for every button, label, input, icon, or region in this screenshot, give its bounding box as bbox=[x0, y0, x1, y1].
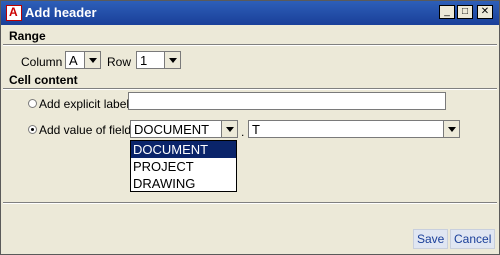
column-value: A bbox=[69, 53, 78, 68]
dropdown-option-document[interactable]: DOCUMENT bbox=[131, 141, 236, 158]
column-select[interactable]: A bbox=[65, 51, 101, 69]
minimize-button[interactable]: _ bbox=[439, 5, 455, 19]
range-divider bbox=[3, 44, 497, 46]
field-value: DOCUMENT bbox=[134, 122, 210, 137]
row-select[interactable]: 1 bbox=[136, 51, 181, 69]
save-button[interactable]: Save bbox=[413, 229, 449, 249]
explicit-label-input[interactable] bbox=[128, 92, 446, 110]
chevron-down-icon[interactable] bbox=[221, 121, 237, 137]
attribute-select[interactable]: T bbox=[248, 120, 460, 138]
title-bar[interactable]: A Add header _ □ ✕ bbox=[1, 1, 499, 25]
cell-content-divider bbox=[3, 88, 497, 90]
footer-divider bbox=[3, 202, 497, 204]
cancel-button[interactable]: Cancel bbox=[450, 229, 496, 249]
value-of-field-radio[interactable] bbox=[28, 125, 37, 134]
explicit-label-text: Add explicit label bbox=[39, 97, 130, 111]
attribute-value: T bbox=[252, 122, 260, 137]
chevron-down-icon[interactable] bbox=[443, 121, 459, 137]
cell-content-section-label: Cell content bbox=[9, 73, 78, 87]
row-value: 1 bbox=[140, 53, 148, 68]
row-label: Row bbox=[107, 55, 132, 69]
chevron-down-icon[interactable] bbox=[84, 52, 100, 68]
window-title: Add header bbox=[25, 5, 97, 20]
dropdown-option-drawing[interactable]: DRAWING bbox=[131, 175, 236, 192]
app-icon: A bbox=[6, 5, 22, 21]
chevron-down-icon[interactable] bbox=[164, 52, 180, 68]
range-section-label: Range bbox=[9, 29, 46, 43]
close-button[interactable]: ✕ bbox=[477, 5, 493, 19]
field-select[interactable]: DOCUMENT bbox=[130, 120, 238, 138]
field-separator: . bbox=[241, 125, 245, 139]
dialog-content: Range Column A Row 1 Cell content Add ex… bbox=[1, 25, 499, 254]
dialog-window: A Add header _ □ ✕ Range Column A Row 1 … bbox=[0, 0, 500, 255]
maximize-button[interactable]: □ bbox=[457, 5, 473, 19]
column-label: Column bbox=[21, 55, 63, 69]
field-dropdown-list: DOCUMENT PROJECT DRAWING bbox=[130, 140, 237, 192]
explicit-label-radio[interactable] bbox=[28, 99, 37, 108]
dropdown-option-project[interactable]: PROJECT bbox=[131, 158, 236, 175]
value-of-field-text: Add value of field bbox=[39, 123, 132, 137]
